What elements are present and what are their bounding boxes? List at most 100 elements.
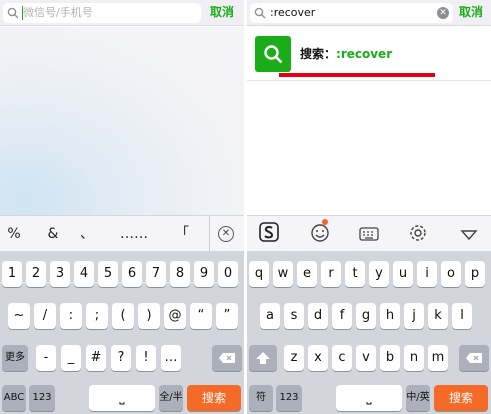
number-key[interactable]: 123 xyxy=(276,385,302,411)
key[interactable]: r xyxy=(321,261,341,287)
backspace-key[interactable] xyxy=(459,345,489,371)
symbol-key[interactable]: …… xyxy=(112,226,156,242)
search-bar: :recover ✕ 取消 xyxy=(247,0,491,26)
key[interactable]: 8 xyxy=(170,261,190,287)
search-input[interactable]: :recover xyxy=(270,6,315,20)
cancel-button[interactable]: 取消 xyxy=(459,4,483,20)
empty-content-area xyxy=(247,82,491,215)
red-highlight-underline xyxy=(279,73,435,77)
key[interactable]: d xyxy=(308,303,328,329)
abc-key[interactable]: ABC xyxy=(2,385,26,411)
symbol-key[interactable]: 符 xyxy=(249,385,273,411)
number-key[interactable]: 123 xyxy=(29,385,55,411)
key[interactable]: s xyxy=(284,303,304,329)
space-key[interactable]: ⎵ xyxy=(89,385,155,411)
key[interactable]: h xyxy=(380,303,400,329)
key[interactable]: l xyxy=(452,303,472,329)
key[interactable]: : xyxy=(60,303,82,329)
emoji-icon[interactable] xyxy=(310,223,330,243)
key[interactable]: k xyxy=(428,303,448,329)
key[interactable]: 3 xyxy=(50,261,70,287)
key[interactable]: f xyxy=(332,303,352,329)
close-symbols-icon[interactable]: ✕ xyxy=(218,226,234,242)
left-screen: 微信号/手机号 取消 % & 、 …… 「 ✕ 1 2 3 4 5 6 7 8 … xyxy=(0,0,244,414)
gear-icon[interactable] xyxy=(408,223,428,243)
key[interactable]: ~ xyxy=(8,303,30,329)
key[interactable]: ” xyxy=(216,303,238,329)
ime-toolbar xyxy=(247,215,491,251)
key[interactable]: v xyxy=(356,345,376,371)
key[interactable]: z xyxy=(284,345,304,371)
key[interactable]: - xyxy=(36,345,56,371)
key[interactable]: x xyxy=(308,345,328,371)
symbol-suggestion-row: % & 、 …… 「 ✕ xyxy=(0,215,244,252)
shift-icon xyxy=(256,352,270,364)
search-box[interactable]: 微信号/手机号 xyxy=(3,3,201,23)
key[interactable]: t xyxy=(345,261,365,287)
key[interactable]: ( xyxy=(112,303,134,329)
language-toggle-key[interactable]: 中/英 xyxy=(406,385,430,411)
key[interactable]: 1 xyxy=(2,261,22,287)
key[interactable]: m xyxy=(428,345,448,371)
shift-key[interactable] xyxy=(249,345,277,371)
key[interactable]: 2 xyxy=(26,261,46,287)
symbol-key[interactable]: % xyxy=(6,226,22,242)
key[interactable]: p xyxy=(465,261,485,287)
sogou-logo-icon[interactable] xyxy=(259,222,279,242)
key[interactable]: # xyxy=(86,345,106,371)
key[interactable]: w xyxy=(273,261,293,287)
symbol-key[interactable]: 、 xyxy=(78,226,96,242)
key[interactable]: n xyxy=(404,345,424,371)
empty-content-area xyxy=(0,27,244,215)
key[interactable]: “ xyxy=(190,303,212,329)
clear-icon[interactable]: ✕ xyxy=(437,7,449,19)
more-symbols-key[interactable]: 更多 xyxy=(2,345,28,371)
result-prefix: 搜索： xyxy=(300,47,337,61)
space-key[interactable]: ⎵ xyxy=(336,385,402,411)
key[interactable]: 9 xyxy=(194,261,214,287)
key[interactable]: ? xyxy=(111,345,131,371)
key[interactable]: e xyxy=(297,261,317,287)
result-query: :recover xyxy=(336,47,393,61)
key[interactable]: 5 xyxy=(98,261,118,287)
key[interactable]: u xyxy=(393,261,413,287)
right-screen: :recover ✕ 取消 搜索：:recover q w e r t y u … xyxy=(247,0,491,414)
key[interactable]: y xyxy=(369,261,389,287)
keyboard-icon[interactable] xyxy=(359,224,379,244)
search-icon xyxy=(264,45,283,64)
key[interactable]: @ xyxy=(164,303,186,329)
key[interactable]: 4 xyxy=(74,261,94,287)
search-key[interactable]: 搜索 xyxy=(187,385,241,411)
width-toggle-key[interactable]: 全/半 xyxy=(159,385,183,411)
key[interactable]: ! xyxy=(136,345,156,371)
search-box[interactable]: :recover ✕ xyxy=(250,3,453,23)
search-icon xyxy=(254,7,266,19)
chevron-down-icon[interactable] xyxy=(459,225,479,245)
key[interactable]: b xyxy=(380,345,400,371)
key[interactable]: q xyxy=(249,261,269,287)
backspace-key[interactable] xyxy=(212,345,242,371)
key[interactable]: o xyxy=(441,261,461,287)
key[interactable]: 7 xyxy=(146,261,166,287)
backspace-icon xyxy=(219,353,235,363)
key[interactable]: … xyxy=(161,345,181,371)
key[interactable]: i xyxy=(417,261,437,287)
search-input[interactable]: 微信号/手机号 xyxy=(23,6,93,20)
cancel-button[interactable]: 取消 xyxy=(210,4,234,20)
key[interactable]: / xyxy=(34,303,56,329)
notification-dot xyxy=(322,219,328,225)
key[interactable]: j xyxy=(404,303,424,329)
search-key[interactable]: 搜索 xyxy=(434,385,488,411)
key[interactable]: c xyxy=(332,345,352,371)
key[interactable]: g xyxy=(356,303,376,329)
search-icon xyxy=(7,7,19,19)
key[interactable]: ) xyxy=(138,303,160,329)
symbol-key[interactable]: & xyxy=(44,226,62,242)
key[interactable]: 6 xyxy=(122,261,142,287)
symbol-key[interactable]: 「 xyxy=(174,226,190,242)
key[interactable]: 0 xyxy=(218,261,238,287)
key[interactable]: _ xyxy=(61,345,81,371)
search-result-label: 搜索：:recover xyxy=(300,45,392,62)
key[interactable]: ; xyxy=(86,303,108,329)
key[interactable]: a xyxy=(260,303,280,329)
